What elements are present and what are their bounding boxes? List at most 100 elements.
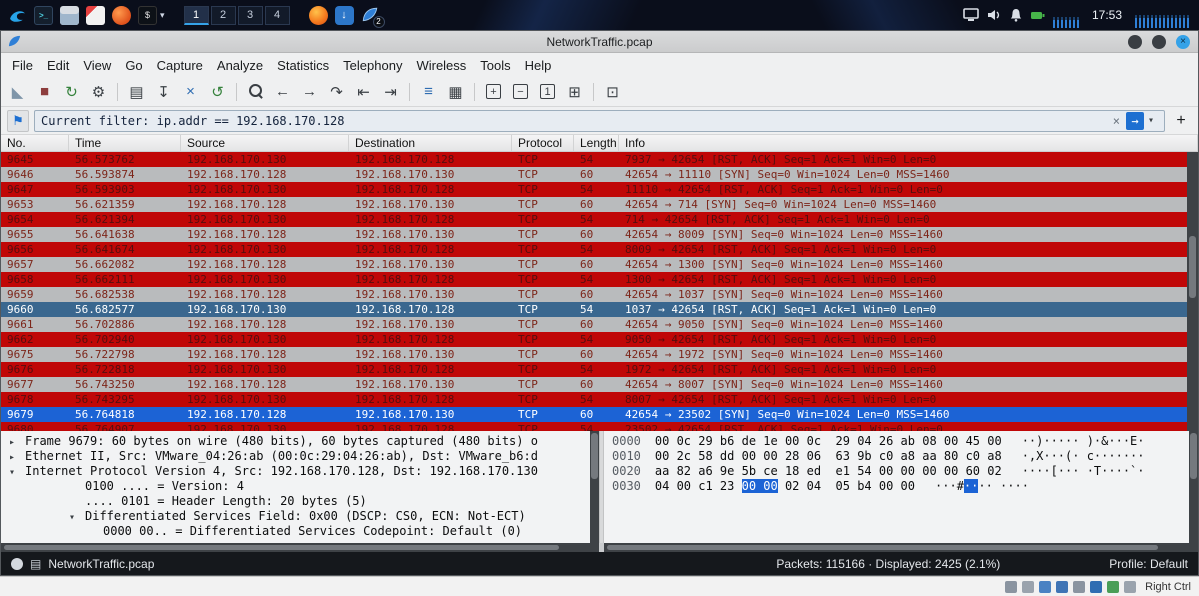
title-bar[interactable]: NetworkTraffic.pcap ×	[1, 31, 1198, 53]
kali-menu-icon[interactable]	[8, 6, 27, 25]
restart-capture-icon[interactable]: ↻	[59, 80, 84, 104]
menu-go[interactable]: Go	[118, 55, 149, 76]
vm-network-icon[interactable]	[1056, 580, 1069, 593]
packet-row[interactable]: 9676 56.722818 192.168.170.130 192.168.170.…	[1, 362, 1198, 377]
packet-row[interactable]: 9655 56.641638 192.168.170.128 192.168.170.…	[1, 227, 1198, 242]
resize-columns-icon[interactable]: ⊞	[562, 80, 587, 104]
zoom-reset-icon[interactable]: 1	[535, 80, 560, 104]
notifications-icon[interactable]	[1009, 8, 1023, 22]
go-last-icon[interactable]: ⇥	[378, 80, 403, 104]
scrollbar-thumb[interactable]	[1190, 433, 1197, 479]
packet-row[interactable]: 9659 56.682538 192.168.170.128 192.168.170.…	[1, 287, 1198, 302]
packet-row[interactable]: 9645 56.573762 192.168.170.130 192.168.170.…	[1, 152, 1198, 167]
detail-line[interactable]: 0100 .... = Version: 4	[1, 479, 599, 494]
dropdown-terminal-icon[interactable]	[138, 5, 157, 25]
packet-row[interactable]: 9679 56.764818 192.168.170.128 192.168.170.…	[1, 407, 1198, 422]
go-to-packet-icon[interactable]: ↷	[324, 80, 349, 104]
menu-wireless[interactable]: Wireless	[409, 55, 473, 76]
menu-analyze[interactable]: Analyze	[210, 55, 270, 76]
packet-row[interactable]: 9653 56.621359 192.168.170.128 192.168.170.…	[1, 197, 1198, 212]
packet-row[interactable]: 9658 56.662111 192.168.170.130 192.168.170.…	[1, 272, 1198, 287]
filter-apply-icon[interactable]: →	[1125, 111, 1144, 130]
hex-line[interactable]: 0010 00 2c 58 dd 00 00 28 06 63 9b c0 a8 …	[612, 449, 1198, 464]
expander-icon[interactable]: ▸	[9, 450, 25, 464]
go-back-icon[interactable]: ←	[270, 80, 295, 104]
packet-row[interactable]: 9646 56.593874 192.168.170.128 192.168.170.…	[1, 167, 1198, 182]
volume-icon[interactable]	[986, 8, 1002, 22]
text-editor-icon[interactable]	[86, 5, 105, 25]
filter-dropdown-icon[interactable]: ▾	[1144, 115, 1158, 126]
go-first-icon[interactable]: ⇤	[351, 80, 376, 104]
wireshark-taskbar-icon[interactable]: 2	[361, 6, 385, 28]
column-header-src[interactable]: Source	[181, 135, 349, 151]
vm-hdd-icon[interactable]	[1005, 580, 1018, 593]
detail-line[interactable]: ▾ Differentiated Services Field: 0x00 (DS…	[1, 509, 599, 524]
expander-icon[interactable]: ▾	[69, 510, 85, 524]
downloads-icon[interactable]	[334, 5, 354, 25]
vm-shared-folders-icon[interactable]	[1090, 580, 1103, 593]
clock[interactable]: 17:53	[1092, 8, 1122, 22]
vm-optical-icon[interactable]	[1022, 580, 1035, 593]
launcher-dropdown-icon[interactable]: ▾	[160, 10, 165, 21]
hex-line[interactable]: 0020 aa 82 a6 9e 5b ce 18 ed e1 54 00 00 …	[612, 464, 1198, 479]
vm-mouse-icon[interactable]	[1124, 580, 1137, 593]
status-profile[interactable]: Profile: Default	[1109, 557, 1188, 571]
detail-line[interactable]: ▾ Internet Protocol Version 4, Src: 192.1…	[1, 464, 599, 479]
hex-line[interactable]: 0000 00 0c 29 b6 de 1e 00 0c 29 04 26 ab …	[612, 434, 1198, 449]
filter-clear-icon[interactable]: ×	[1107, 114, 1126, 128]
workspace-3[interactable]: 3	[237, 5, 263, 25]
save-file-icon[interactable]: ↧	[151, 80, 176, 104]
packet-row[interactable]: 9680 56.764907 192.168.170.130 192.168.170.…	[1, 422, 1198, 431]
filter-bookmark-icon[interactable]: ⚑	[7, 109, 29, 132]
close-file-icon[interactable]: ×	[178, 80, 203, 104]
capture-options-icon[interactable]: ⚙	[86, 80, 111, 104]
packet-row[interactable]: 9660 56.682577 192.168.170.130 192.168.170.…	[1, 302, 1198, 317]
file-manager-icon[interactable]	[60, 5, 79, 25]
menu-capture[interactable]: Capture	[150, 55, 210, 76]
menu-help[interactable]: Help	[518, 55, 559, 76]
maximize-button[interactable]	[1152, 35, 1166, 49]
menu-view[interactable]: View	[76, 55, 118, 76]
find-packet-icon[interactable]	[243, 80, 268, 104]
vm-usb-icon[interactable]	[1073, 580, 1086, 593]
workspace-4[interactable]: 4	[264, 5, 290, 25]
packet-row[interactable]: 9656 56.641674 192.168.170.130 192.168.170.…	[1, 242, 1198, 257]
details-scrollbar-horizontal[interactable]	[1, 543, 599, 552]
vm-audio-icon[interactable]	[1039, 580, 1052, 593]
hex-scrollbar-horizontal[interactable]	[604, 543, 1198, 552]
packet-list-scrollbar[interactable]	[1187, 152, 1198, 431]
column-header-proto[interactable]: Protocol	[512, 135, 574, 151]
scrollbar-thumb[interactable]	[1189, 235, 1196, 298]
workspace-2[interactable]: 2	[210, 5, 236, 25]
hex-line[interactable]: 0030 04 00 c1 23 00 00 02 04 05 b4 00 00 ·…	[612, 479, 1198, 494]
packet-row[interactable]: 9677 56.743250 192.168.170.128 192.168.170.…	[1, 377, 1198, 392]
packet-row[interactable]: 9662 56.702940 192.168.170.130 192.168.170.…	[1, 332, 1198, 347]
display-filters-icon[interactable]: ⊡	[600, 80, 625, 104]
packet-row[interactable]: 9661 56.702886 192.168.170.128 192.168.170.…	[1, 317, 1198, 332]
close-button[interactable]: ×	[1176, 35, 1190, 49]
scrollbar-thumb[interactable]	[591, 433, 598, 479]
go-forward-icon[interactable]: →	[297, 80, 322, 104]
zoom-in-icon[interactable]: +	[481, 80, 506, 104]
column-header-len[interactable]: Length	[574, 135, 619, 151]
column-header-time[interactable]: Time	[69, 135, 181, 151]
colorize-icon[interactable]: ▦	[443, 80, 468, 104]
details-scrollbar-vertical[interactable]	[590, 431, 599, 543]
packet-row[interactable]: 9654 56.621394 192.168.170.130 192.168.170.…	[1, 212, 1198, 227]
battery-icon[interactable]	[1030, 8, 1046, 22]
terminal-icon[interactable]	[34, 5, 53, 25]
menu-tools[interactable]: Tools	[473, 55, 517, 76]
detail-line[interactable]: ▸ Frame 9679: 60 bytes on wire (480 bits)…	[1, 434, 599, 449]
expander-icon[interactable]: ▾	[9, 465, 25, 479]
open-file-icon[interactable]: ▤	[124, 80, 149, 104]
hex-scrollbar-vertical[interactable]	[1189, 431, 1198, 543]
expert-info-icon[interactable]	[11, 557, 23, 570]
zoom-out-icon[interactable]: −	[508, 80, 533, 104]
detail-line[interactable]: 0000 00.. = Differentiated Services Code…	[1, 524, 599, 539]
browser-ball-icon[interactable]	[112, 5, 131, 25]
display-icon[interactable]	[963, 8, 979, 22]
packet-row[interactable]: 9647 56.593903 192.168.170.130 192.168.170.…	[1, 182, 1198, 197]
menu-telephony[interactable]: Telephony	[336, 55, 409, 76]
column-header-info[interactable]: Info	[619, 135, 1198, 151]
filter-input[interactable]: Current filter: ip.addr == 192.168.170.1…	[34, 109, 1165, 132]
